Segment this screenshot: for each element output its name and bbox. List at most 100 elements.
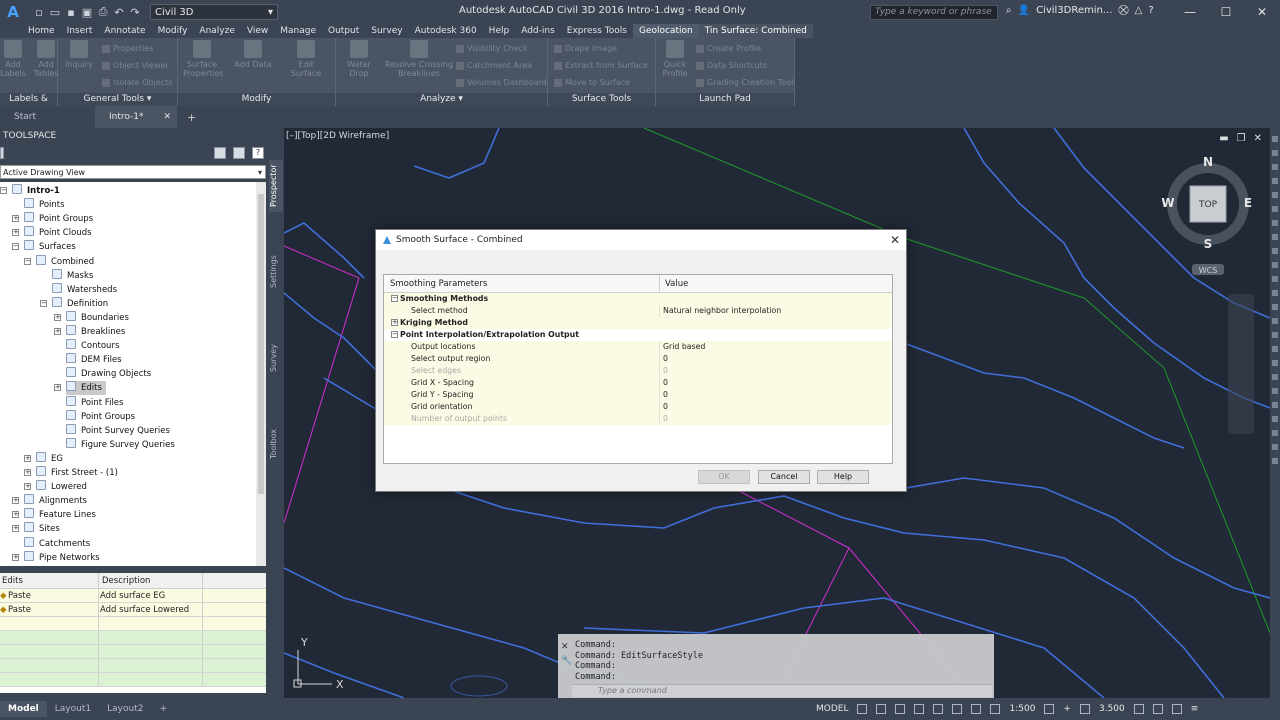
parameter-value[interactable]: Grid based	[663, 342, 705, 351]
new-tab-icon[interactable]: +	[177, 111, 206, 124]
tree-item[interactable]: Combined	[36, 254, 94, 269]
tab-modify[interactable]: Modify	[152, 24, 194, 38]
toolspace-tool-icon[interactable]	[214, 147, 226, 159]
lineweight-icon[interactable]	[971, 704, 982, 714]
tab-layout2[interactable]: Layout2	[99, 701, 151, 717]
grid-row[interactable]: Select output region 0	[384, 353, 892, 365]
add-layout-icon[interactable]: +	[151, 701, 175, 717]
gear-icon[interactable]	[1044, 704, 1055, 714]
model-space-toggle[interactable]: MODEL	[816, 704, 848, 714]
workspace-dropdown[interactable]: Civil 3D ▾	[150, 4, 278, 20]
grid-category-row[interactable]: − Point Interpolation/Extrapolation Outpu…	[384, 329, 892, 341]
tree-item[interactable]: Lowered	[36, 480, 87, 494]
tool-icon[interactable]	[1272, 402, 1278, 408]
tab-start[interactable]: Start	[0, 106, 95, 128]
tool-icon[interactable]	[1272, 276, 1278, 282]
tab-tin-surface-combined[interactable]: Tin Surface: Combined	[698, 24, 813, 38]
close-icon[interactable]: ✕	[890, 230, 900, 250]
tree-item[interactable]: Point Survey Queries	[66, 423, 170, 438]
grid-row[interactable]: Select method Natural neighbor interpolat…	[384, 305, 892, 317]
expand-icon[interactable]: +	[391, 319, 398, 326]
tree-item[interactable]: Catchments	[24, 536, 90, 551]
osnap-icon[interactable]	[933, 704, 944, 714]
collapse-icon[interactable]: −	[391, 295, 398, 302]
grid-row[interactable]: Grid X - Spacing 0	[384, 377, 892, 389]
tree-item[interactable]: Point Files	[66, 395, 123, 410]
grid-row[interactable]: Output locations Grid based	[384, 341, 892, 353]
polar-icon[interactable]	[914, 704, 925, 714]
parameter-value[interactable]: 0	[663, 354, 668, 363]
parameter-value[interactable]: Natural neighbor interpolation	[663, 306, 781, 315]
tool-icon[interactable]	[1272, 178, 1278, 184]
tree-item[interactable]: DEM Files	[66, 353, 122, 367]
print-icon[interactable]: ⎙	[96, 5, 110, 19]
tree-item[interactable]: Point Groups	[24, 212, 93, 226]
tree-item[interactable]: EG	[36, 451, 63, 466]
tree-item[interactable]: Feature Lines	[24, 508, 96, 522]
isolate-icon[interactable]	[1152, 704, 1163, 714]
parameter-value[interactable]: 0	[663, 390, 668, 399]
search-input[interactable]: Type a keyword or phrase	[870, 5, 998, 20]
general-tools-label[interactable]: General Tools ▾	[58, 93, 177, 106]
close-tab-icon[interactable]: ✕	[163, 106, 171, 128]
a360-icon[interactable]: △	[1135, 5, 1143, 16]
tab-manage[interactable]: Manage	[274, 24, 322, 38]
tab-model[interactable]: Model	[0, 701, 47, 717]
hardware-icon[interactable]	[1133, 704, 1144, 714]
tree-item[interactable]: Contours	[66, 339, 119, 353]
tree-scrollbar[interactable]	[256, 182, 266, 566]
object-viewer-button[interactable]: Object Viewer	[102, 61, 169, 70]
close-icon[interactable]: ✕	[1244, 0, 1280, 24]
expand-icon[interactable]: +	[24, 454, 31, 462]
isolate-objects-button[interactable]: Isolate Objects	[102, 78, 172, 87]
tool-icon[interactable]	[1272, 346, 1278, 352]
tree-item[interactable]: Intro-1	[12, 184, 60, 198]
grid-row[interactable]: Number of output points 0	[384, 413, 892, 425]
tree-item[interactable]: Edits	[66, 381, 106, 396]
save-icon[interactable]: ▪	[64, 5, 78, 19]
help-icon[interactable]: ?	[1148, 5, 1153, 16]
tab-autodesk-360[interactable]: Autodesk 360	[409, 24, 483, 38]
tool-icon[interactable]	[1272, 332, 1278, 338]
expand-icon[interactable]: +	[12, 525, 19, 533]
tab-view[interactable]: View	[241, 24, 274, 38]
tree-item[interactable]: Alignments	[24, 494, 87, 508]
collapse-icon[interactable]: −	[391, 331, 398, 338]
close-icon[interactable]: ✕	[561, 642, 569, 652]
expand-icon[interactable]: +	[24, 483, 31, 491]
plus-icon[interactable]: +	[1063, 704, 1071, 714]
tab-help[interactable]: Help	[483, 24, 516, 38]
tab-insert[interactable]: Insert	[61, 24, 99, 38]
tab-intro-1[interactable]: Intro-1* ✕	[95, 106, 177, 128]
grid-category-row[interactable]: + Kriging Method	[384, 317, 892, 329]
tool-icon[interactable]	[1272, 360, 1278, 366]
tab-prospector[interactable]: Prospector	[269, 160, 283, 212]
tab-add-ins[interactable]: Add-ins	[515, 24, 561, 38]
username[interactable]: Civil3DRemin...	[1036, 5, 1112, 16]
navigation-bar[interactable]	[1228, 294, 1254, 434]
tool-icon[interactable]	[1272, 318, 1278, 324]
analyze-label[interactable]: Analyze ▾	[336, 93, 547, 106]
new-icon[interactable]: ▫	[32, 5, 46, 19]
tool-icon[interactable]	[1272, 374, 1278, 380]
expand-icon[interactable]: +	[12, 215, 19, 223]
toolspace-panel-icon[interactable]	[233, 147, 245, 159]
tool-icon[interactable]	[1272, 304, 1278, 310]
tool-icon[interactable]	[1272, 234, 1278, 240]
tree-item[interactable]: Figure Survey Queries	[66, 437, 175, 452]
elevation-value[interactable]: 3.500	[1099, 704, 1125, 714]
collapse-icon[interactable]: −	[24, 257, 31, 265]
collapse-icon[interactable]: −	[40, 299, 47, 307]
snap-icon[interactable]	[876, 704, 887, 714]
grid-row[interactable]: Select edges 0	[384, 365, 892, 377]
grid-row[interactable]: Grid orientation 0	[384, 401, 892, 413]
tool-icon[interactable]	[1272, 206, 1278, 212]
customize-icon[interactable]: ≡	[1191, 704, 1199, 714]
visibility-check-button[interactable]: Visibility Check	[456, 44, 528, 53]
dialog-title-bar[interactable]: Smooth Surface - Combined ✕	[376, 230, 906, 250]
tree-scrollbar-thumb[interactable]	[258, 194, 264, 494]
tab-output[interactable]: Output	[322, 24, 365, 38]
tool-icon[interactable]	[1272, 150, 1278, 156]
minimize-icon[interactable]: ▬	[1219, 133, 1228, 144]
expand-icon[interactable]: +	[54, 328, 61, 335]
